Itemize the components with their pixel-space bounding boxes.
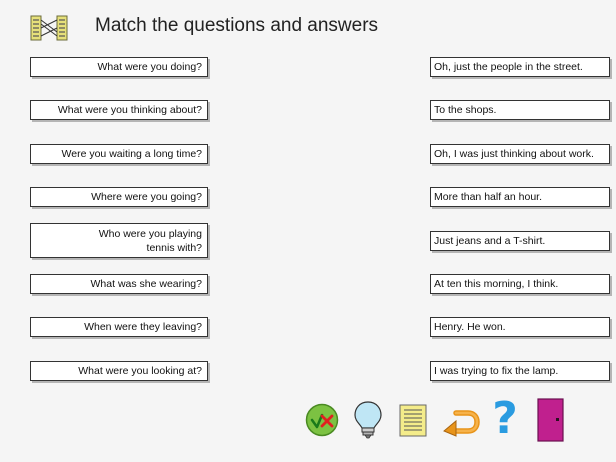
answer-item-5[interactable]: Just jeans and a T-shirt. <box>430 231 610 251</box>
notes-button[interactable] <box>398 403 428 438</box>
answer-item-7[interactable]: Henry. He won. <box>430 317 610 337</box>
exit-button[interactable] <box>537 398 564 442</box>
answer-item-1[interactable]: Oh, just the people in the street. <box>430 57 610 77</box>
lightbulb-icon <box>354 401 382 439</box>
page-title: Match the questions and answers <box>95 15 379 36</box>
question-text: Where were you going? <box>91 191 202 203</box>
question-item-1[interactable]: What were you doing? <box>30 57 208 77</box>
answer-item-3[interactable]: Oh, I was just thinking about work. <box>430 144 610 164</box>
question-text: What was she wearing? <box>90 278 202 290</box>
question-text: Who were you playing tennis with? <box>98 227 202 254</box>
question-text: When were they leaving? <box>84 321 202 333</box>
question-text: Were you waiting a long time? <box>61 148 202 160</box>
question-item-6[interactable]: What was she wearing? <box>30 274 208 294</box>
question-item-5[interactable]: Who were you playing tennis with? <box>30 223 208 258</box>
question-item-8[interactable]: What were you looking at? <box>30 361 208 381</box>
check-cross-icon <box>305 403 339 437</box>
answer-item-4[interactable]: More than half an hour. <box>430 187 610 207</box>
notepad-icon <box>399 404 427 437</box>
door-icon <box>537 398 564 442</box>
help-button[interactable]: ? <box>488 397 522 441</box>
question-item-7[interactable]: When were they leaving? <box>30 317 208 337</box>
answer-item-2[interactable]: To the shops. <box>430 100 610 120</box>
check-answers-button[interactable] <box>305 403 339 437</box>
answer-item-6[interactable]: At ten this morning, I think. <box>430 274 610 294</box>
reset-button[interactable] <box>442 405 480 437</box>
question-item-2[interactable]: What were you thinking about? <box>30 100 208 120</box>
question-mark-icon: ? <box>492 393 518 444</box>
question-text: What were you looking at? <box>78 365 202 377</box>
question-text: What were you thinking about? <box>57 104 202 116</box>
question-text: What were you doing? <box>97 61 202 73</box>
question-item-4[interactable]: Where were you going? <box>30 187 208 207</box>
question-item-3[interactable]: Were you waiting a long time? <box>30 144 208 164</box>
answer-item-8[interactable]: I was trying to fix the lamp. <box>430 361 610 381</box>
undo-arrow-icon <box>443 410 480 437</box>
matching-logo-icon <box>30 15 68 41</box>
hint-button[interactable] <box>354 400 382 440</box>
